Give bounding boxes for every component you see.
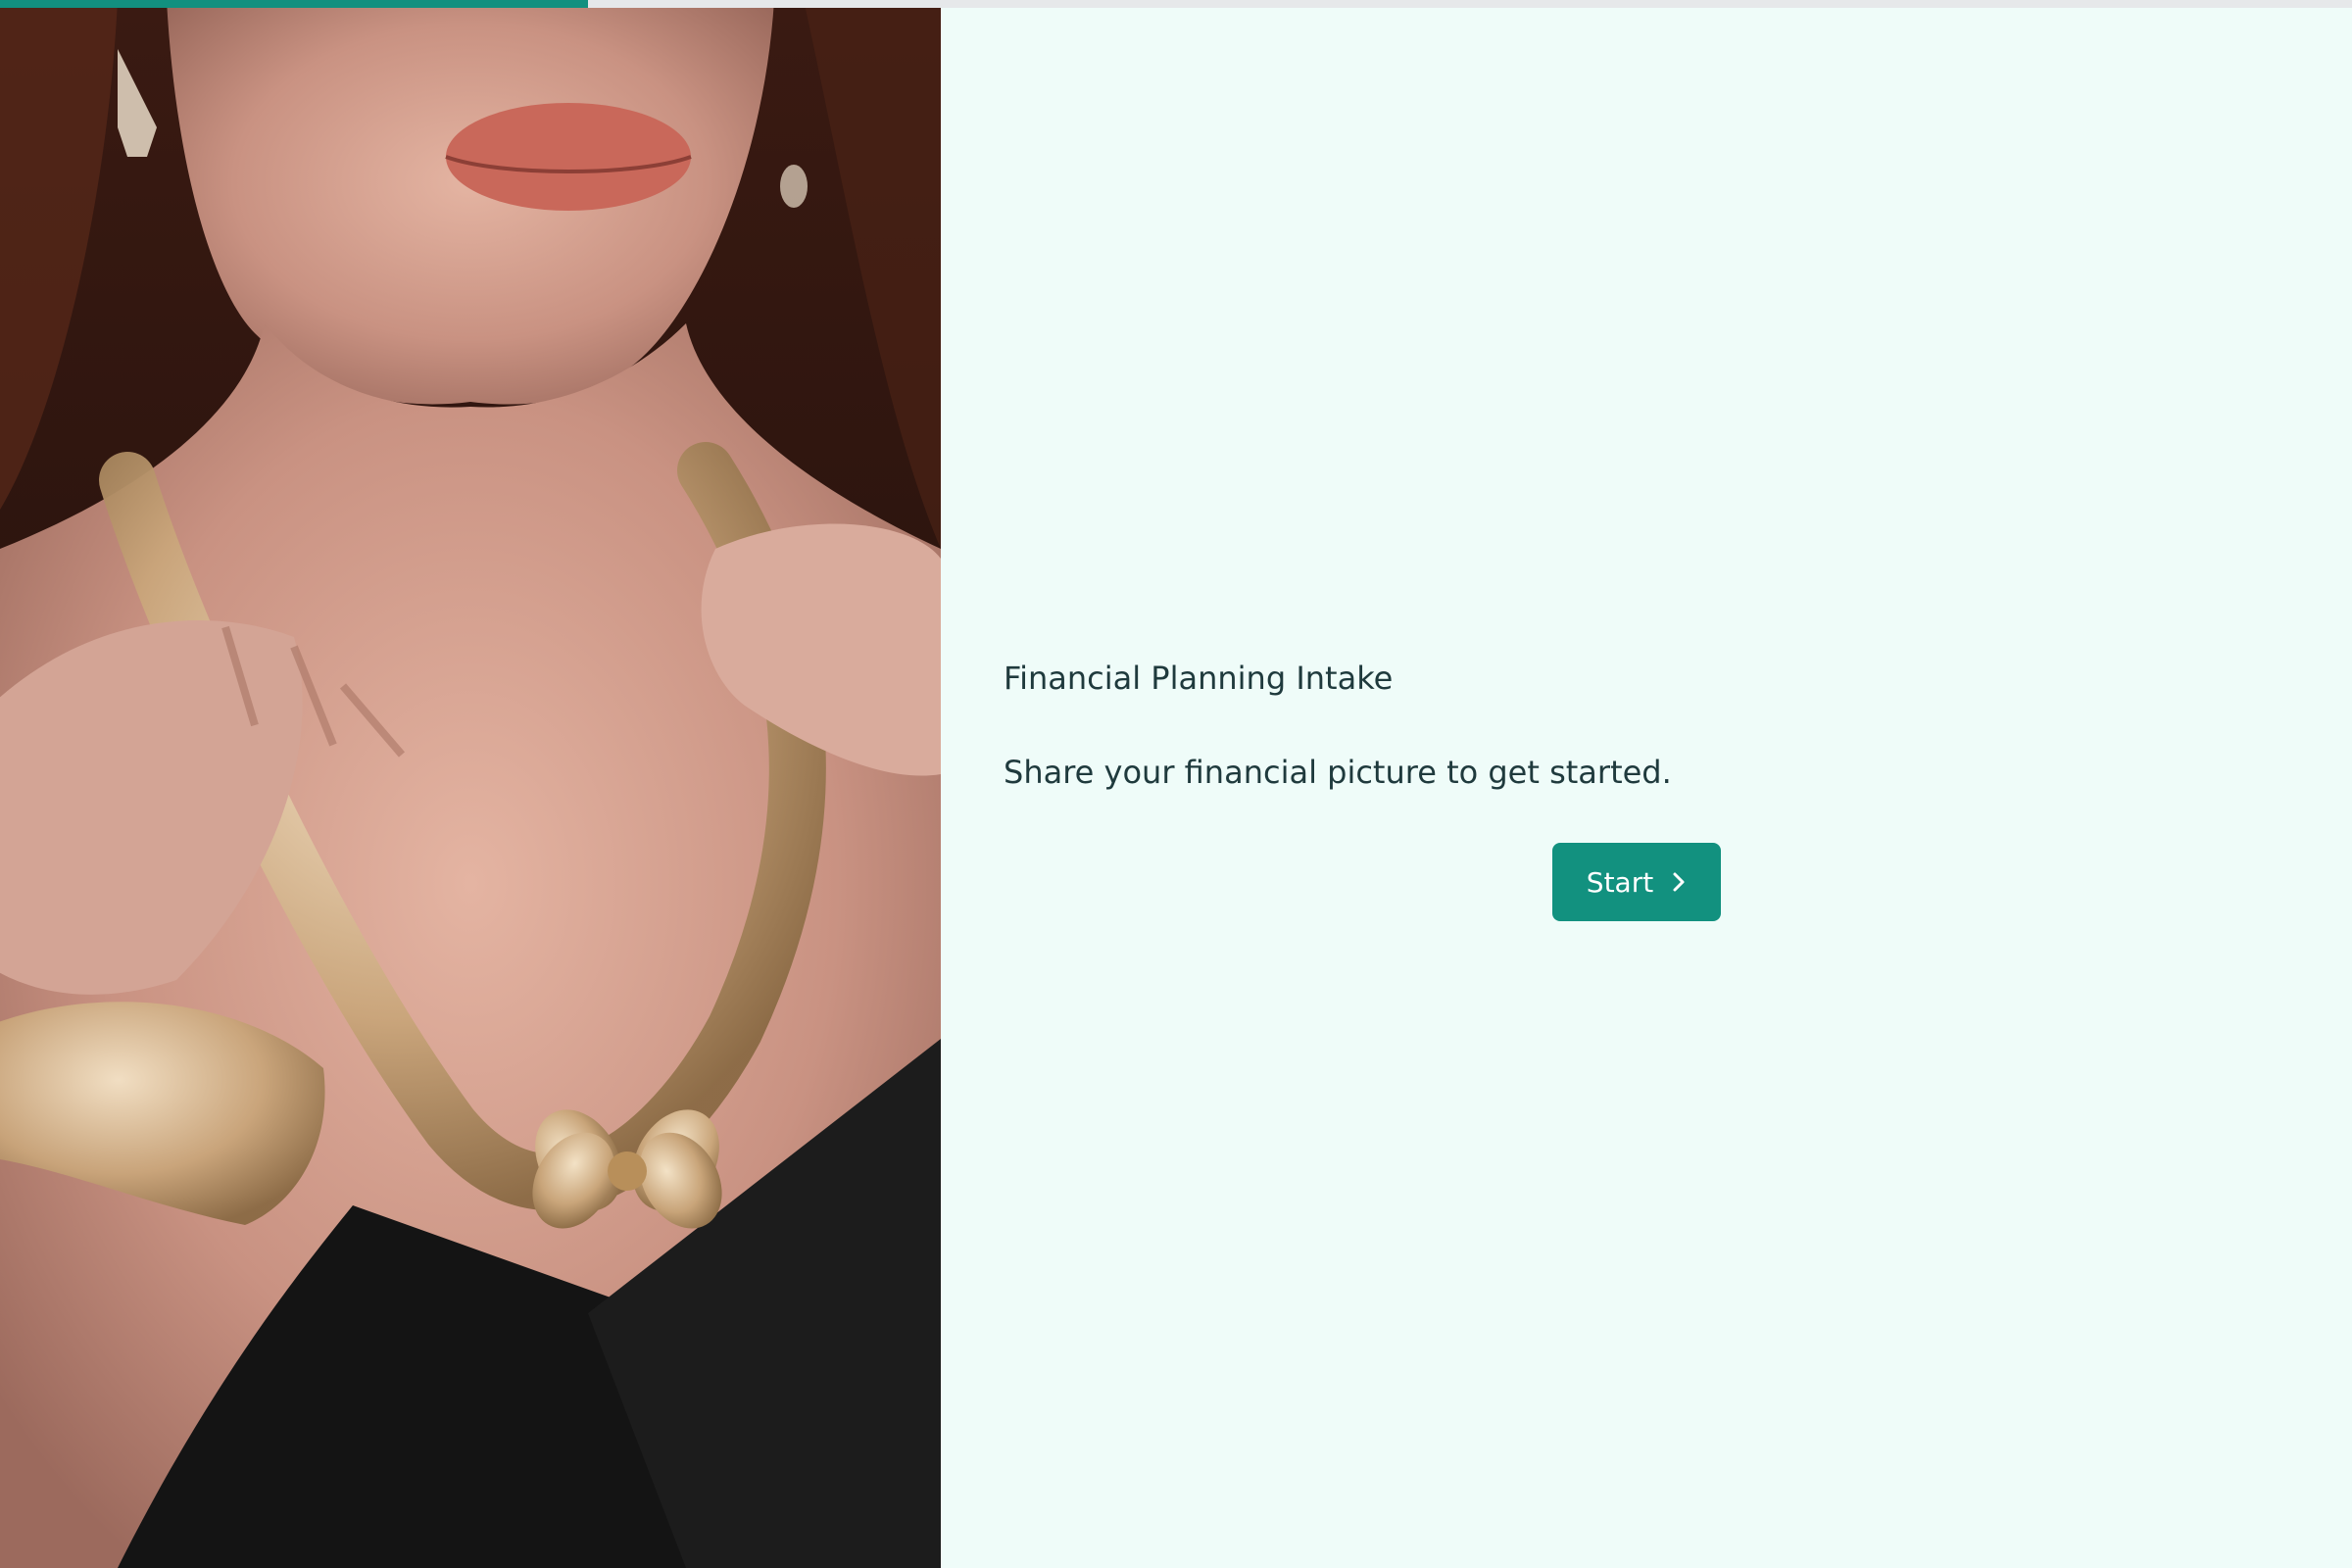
intake-title: Financial Planning Intake [1004,660,1394,697]
intake-subtitle: Share your financial picture to get star… [1004,754,1672,791]
hero-image [0,0,941,1568]
start-button[interactable]: Start [1552,843,1721,921]
progress-bar [0,0,2352,8]
start-button-label: Start [1586,865,1654,899]
intake-panel: Financial Planning Intake Share your fin… [941,0,2352,1568]
chevron-right-icon [1671,870,1687,894]
progress-bar-fill [0,0,588,8]
